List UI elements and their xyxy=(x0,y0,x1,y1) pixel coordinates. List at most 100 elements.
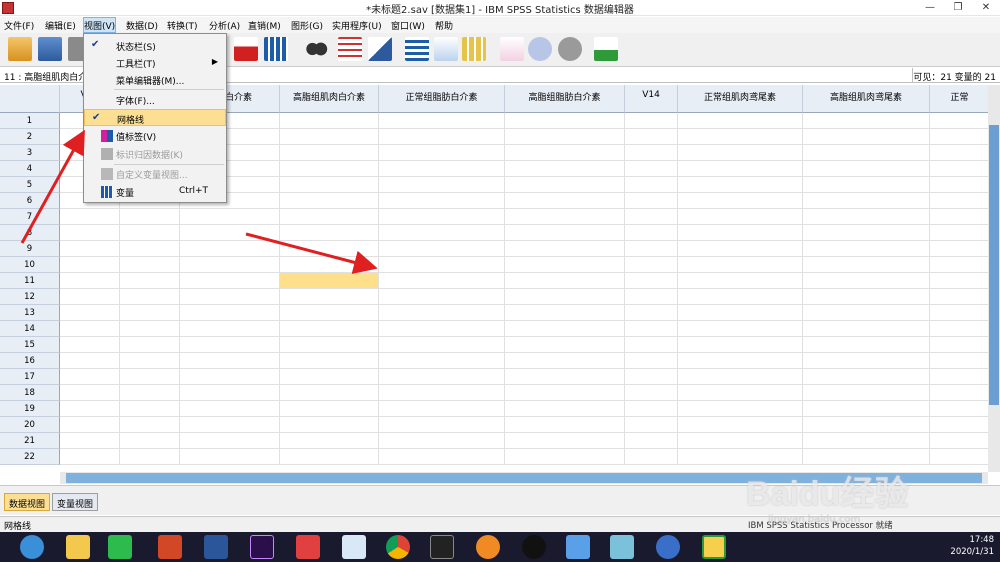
data-cell[interactable] xyxy=(803,225,930,241)
data-cell[interactable] xyxy=(625,113,678,129)
insert-variable-icon[interactable] xyxy=(338,37,362,61)
data-cell[interactable] xyxy=(678,369,803,385)
data-cell[interactable] xyxy=(280,145,379,161)
data-cell[interactable] xyxy=(678,161,803,177)
data-cell[interactable] xyxy=(803,401,930,417)
data-cell[interactable] xyxy=(505,289,625,305)
menu-direct-marketing[interactable]: 直销(M) xyxy=(248,19,281,32)
spss-taskbar-icon[interactable] xyxy=(702,535,726,559)
data-cell[interactable] xyxy=(625,177,678,193)
data-cell[interactable] xyxy=(803,433,930,449)
data-cell[interactable] xyxy=(678,433,803,449)
tab-variable-view[interactable]: 变量视图 xyxy=(52,493,99,511)
data-cell[interactable] xyxy=(379,369,505,385)
show-all-variables-icon[interactable] xyxy=(528,37,552,61)
data-cell[interactable] xyxy=(625,369,678,385)
data-cell[interactable] xyxy=(505,353,625,369)
data-cell[interactable] xyxy=(505,145,625,161)
data-cell[interactable] xyxy=(180,209,280,225)
data-cell[interactable] xyxy=(120,337,180,353)
data-cell[interactable] xyxy=(60,369,120,385)
data-cell[interactable] xyxy=(280,305,379,321)
data-cell[interactable] xyxy=(60,385,120,401)
data-cell[interactable] xyxy=(379,433,505,449)
menu-graphs[interactable]: 图形(G) xyxy=(291,19,323,32)
menu-analyze[interactable]: 分析(A) xyxy=(209,19,240,32)
data-cell[interactable] xyxy=(379,177,505,193)
data-cell[interactable] xyxy=(280,321,379,337)
data-cell[interactable] xyxy=(379,337,505,353)
row-header[interactable]: 15 xyxy=(0,337,60,353)
row-header[interactable]: 5 xyxy=(0,177,60,193)
wps-icon[interactable] xyxy=(296,535,320,559)
data-cell[interactable] xyxy=(120,209,180,225)
data-cell[interactable] xyxy=(60,273,120,289)
data-cell[interactable] xyxy=(379,417,505,433)
word-icon[interactable] xyxy=(204,535,228,559)
row-header[interactable]: 13 xyxy=(0,305,60,321)
data-cell[interactable] xyxy=(803,145,930,161)
data-cell[interactable] xyxy=(379,209,505,225)
data-cell[interactable] xyxy=(678,209,803,225)
spell-check-abc-icon[interactable] xyxy=(594,37,618,61)
data-cell[interactable] xyxy=(803,369,930,385)
chrome-icon[interactable] xyxy=(386,535,410,559)
data-cell[interactable] xyxy=(379,305,505,321)
data-cell[interactable] xyxy=(930,353,988,369)
data-cell[interactable] xyxy=(803,321,930,337)
data-cell[interactable] xyxy=(120,449,180,465)
data-cell[interactable] xyxy=(803,305,930,321)
data-cell[interactable] xyxy=(379,113,505,129)
browser-icon[interactable] xyxy=(476,535,500,559)
data-cell[interactable] xyxy=(625,241,678,257)
data-cell[interactable] xyxy=(803,161,930,177)
data-cell[interactable] xyxy=(625,209,678,225)
data-cell[interactable] xyxy=(803,193,930,209)
value-labels-icon[interactable] xyxy=(462,37,486,61)
vertical-scroll-thumb[interactable] xyxy=(989,125,999,405)
data-cell[interactable] xyxy=(803,385,930,401)
data-cell[interactable] xyxy=(803,241,930,257)
data-cell[interactable] xyxy=(120,433,180,449)
data-cell[interactable] xyxy=(803,209,930,225)
data-cell[interactable] xyxy=(930,161,988,177)
data-cell[interactable] xyxy=(678,321,803,337)
data-cell[interactable] xyxy=(678,113,803,129)
start-button-icon[interactable] xyxy=(20,535,44,559)
data-cell[interactable] xyxy=(930,193,988,209)
data-cell[interactable] xyxy=(678,401,803,417)
data-cell[interactable] xyxy=(60,353,120,369)
column-header[interactable]: V14 xyxy=(625,85,678,113)
video-editor-icon[interactable] xyxy=(430,535,454,559)
data-cell[interactable] xyxy=(678,225,803,241)
menu-item-status-bar[interactable]: ✔ 状态栏(S) xyxy=(84,37,226,54)
data-cell[interactable] xyxy=(120,321,180,337)
data-cell[interactable] xyxy=(625,385,678,401)
system-clock[interactable]: 17:48 2020/1/31 xyxy=(950,534,994,558)
tab-data-view[interactable]: 数据视图 xyxy=(4,493,51,511)
data-cell[interactable] xyxy=(180,321,280,337)
open-folder-icon[interactable] xyxy=(8,37,32,61)
wechat-icon[interactable] xyxy=(108,535,132,559)
data-cell[interactable] xyxy=(803,337,930,353)
data-cell[interactable] xyxy=(505,369,625,385)
menu-transform[interactable]: 转换(T) xyxy=(167,19,198,32)
data-cell[interactable] xyxy=(930,289,988,305)
row-header[interactable]: 21 xyxy=(0,433,60,449)
data-cell[interactable] xyxy=(120,241,180,257)
data-cell[interactable] xyxy=(505,321,625,337)
data-cell[interactable] xyxy=(280,161,379,177)
data-cell[interactable] xyxy=(678,337,803,353)
row-header[interactable]: 14 xyxy=(0,321,60,337)
data-cell[interactable] xyxy=(180,337,280,353)
data-cell[interactable] xyxy=(280,433,379,449)
data-cell[interactable] xyxy=(678,145,803,161)
data-cell[interactable] xyxy=(379,129,505,145)
column-header[interactable]: 正常 xyxy=(930,85,988,113)
split-file-icon[interactable] xyxy=(368,37,392,61)
data-cell[interactable] xyxy=(379,145,505,161)
data-cell[interactable] xyxy=(930,369,988,385)
data-cell[interactable] xyxy=(625,353,678,369)
data-cell[interactable] xyxy=(60,401,120,417)
data-cell[interactable] xyxy=(120,385,180,401)
